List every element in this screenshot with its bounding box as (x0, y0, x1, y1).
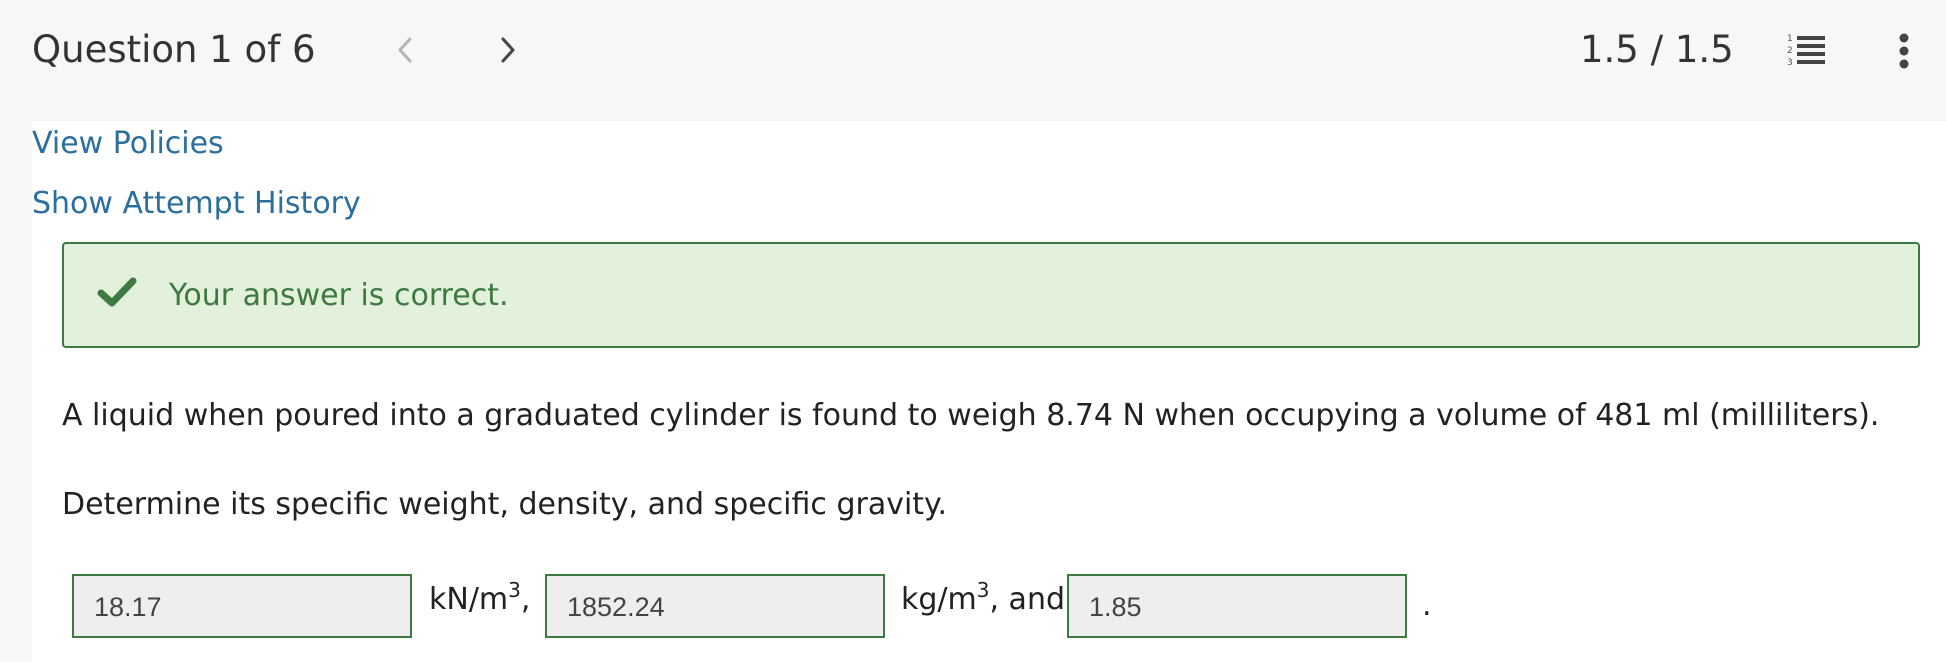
svg-text:3: 3 (1787, 58, 1793, 68)
next-question-button[interactable] (488, 30, 528, 70)
question-header: Question 1 of 6 1.5 / 1.5 1 2 3 (0, 0, 1946, 121)
score-display: 1.5 / 1.5 (1580, 28, 1734, 71)
question-statement: A liquid when poured into a graduated cy… (62, 398, 1880, 433)
density-unit: kg/m3, and (901, 580, 1065, 620)
specific-weight-unit-exponent: 3 (508, 578, 521, 602)
density-separator: , and (989, 582, 1065, 617)
density-unit-base: kg/m (901, 582, 977, 617)
specific-weight-input[interactable]: 18.17 (72, 574, 412, 638)
svg-text:1: 1 (1787, 34, 1793, 44)
previous-question-button[interactable] (385, 30, 425, 70)
sentence-terminal: . (1422, 588, 1432, 623)
density-unit-exponent: 3 (976, 578, 990, 602)
chevron-left-icon (398, 37, 412, 63)
view-policies-link[interactable]: View Policies (32, 124, 224, 164)
specific-gravity-input[interactable]: 1.85 (1067, 574, 1407, 638)
question-prompt: Determine its specific weight, density, … (62, 487, 948, 522)
left-gutter (0, 121, 32, 662)
show-attempt-history-link[interactable]: Show Attempt History (32, 184, 361, 224)
feedback-message: Your answer is correct. (169, 278, 509, 313)
specific-weight-unit: kN/m3, (429, 580, 530, 620)
check-icon (97, 277, 137, 307)
question-list-button[interactable]: 1 2 3 (1782, 30, 1832, 72)
question-title: Question 1 of 6 (32, 28, 316, 71)
feedback-banner: Your answer is correct. (62, 242, 1920, 348)
density-input[interactable]: 1852.24 (545, 574, 885, 638)
more-options-button[interactable] (1887, 28, 1921, 74)
numbered-list-icon: 1 2 3 (1787, 34, 1825, 68)
specific-weight-unit-base: kN/m (429, 582, 509, 617)
chevron-right-icon (501, 37, 515, 63)
specific-weight-separator: , (520, 582, 531, 617)
svg-text:2: 2 (1787, 46, 1793, 56)
more-vertical-icon (1899, 33, 1909, 69)
